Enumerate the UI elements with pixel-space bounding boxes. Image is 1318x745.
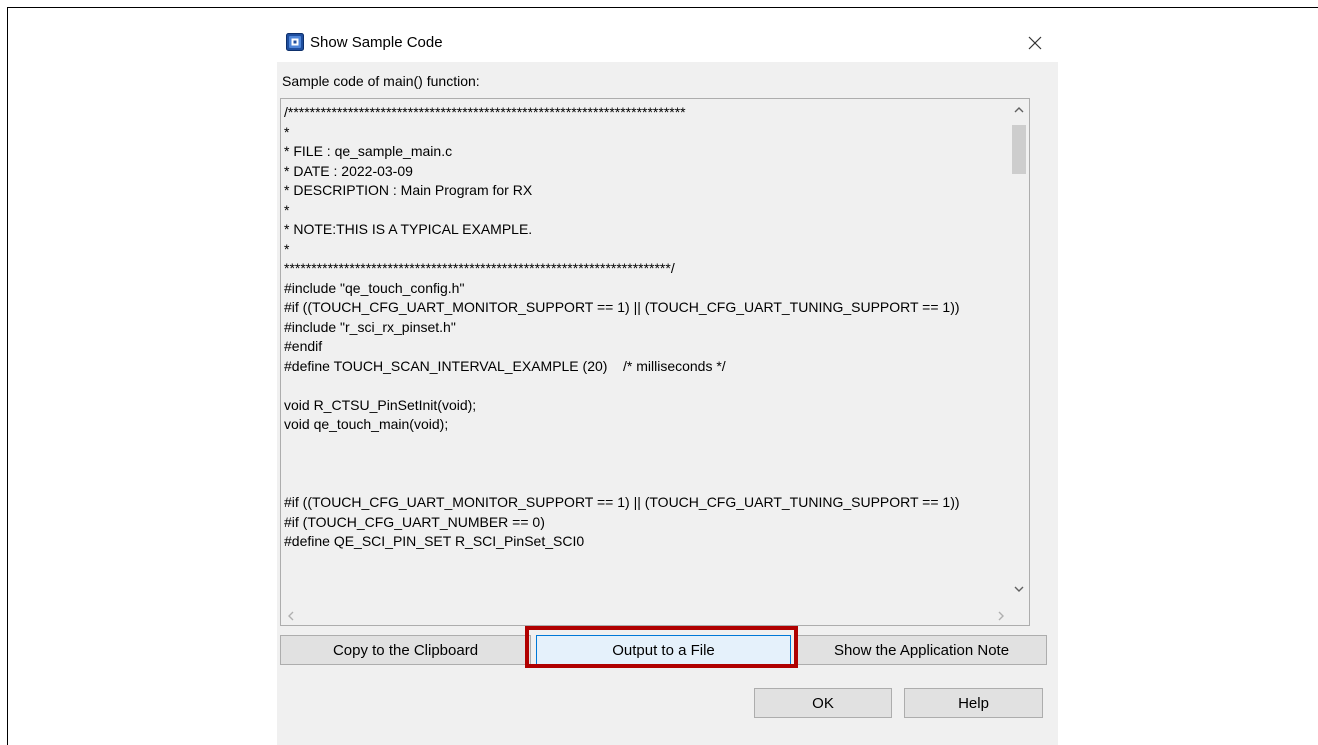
dialog-title: Show Sample Code [310,34,443,51]
show-application-note-button[interactable]: Show the Application Note [796,635,1047,665]
close-icon [1028,36,1042,50]
scroll-down-arrow-icon[interactable] [1013,583,1025,595]
code-line: #include "r_sci_rx_pinset.h" [284,318,456,335]
code-line: * FILE : qe_sample_main.c [284,143,453,159]
ok-button[interactable]: OK [754,688,892,718]
code-line: void R_CTSU_PinSetInit(void); [284,396,477,413]
app-icon [286,33,304,51]
code-line: #if (TOUCH_CFG_UART_NUMBER == 0) [284,513,545,530]
code-line: * [284,240,290,257]
code-line: * [284,201,290,218]
code-line: #endif [284,338,323,354]
code-description-label: Sample code of main() function: [282,73,480,89]
code-line: * DATE : 2022-03-09 [284,162,413,179]
code-text-area[interactable]: /***************************************… [280,98,1030,626]
scroll-up-arrow-icon[interactable] [1013,104,1025,116]
scroll-right-arrow-icon[interactable] [995,610,1007,622]
code-line: /***************************************… [284,104,686,120]
code-line: #define QE_SCI_PIN_SET R_SCI_PinSet_SCI0 [284,533,585,549]
help-button[interactable]: Help [904,688,1043,718]
scroll-left-arrow-icon[interactable] [285,610,297,622]
copy-to-clipboard-button[interactable]: Copy to the Clipboard [280,635,531,665]
code-line: #include "qe_touch_config.h" [284,279,465,296]
title-bar: Show Sample Code [277,24,1058,62]
page-frame-top [7,7,1318,8]
code-line: * NOTE:THIS IS A TYPICAL EXAMPLE. [284,221,533,237]
code-line: ****************************************… [284,260,675,276]
code-line: #if ((TOUCH_CFG_UART_MONITOR_SUPPORT == … [284,494,960,510]
output-to-file-button[interactable]: Output to a File [536,635,791,665]
page-frame-left [7,7,8,745]
close-button[interactable] [1012,24,1058,62]
code-line: #define TOUCH_SCAN_INTERVAL_EXAMPLE (20)… [284,357,726,374]
show-sample-code-dialog: Show Sample Code Sample code of main() f… [277,24,1058,745]
code-line: void qe_touch_main(void); [284,416,449,432]
horizontal-scrollbar[interactable] [281,607,1011,625]
code-line: * [284,123,290,140]
vertical-scrollbar[interactable] [1009,99,1029,607]
code-line: * DESCRIPTION : Main Program for RX [284,182,533,198]
scrollbar-thumb[interactable] [1012,125,1026,174]
code-content: /***************************************… [284,103,960,552]
code-line: #if ((TOUCH_CFG_UART_MONITOR_SUPPORT == … [284,299,960,315]
